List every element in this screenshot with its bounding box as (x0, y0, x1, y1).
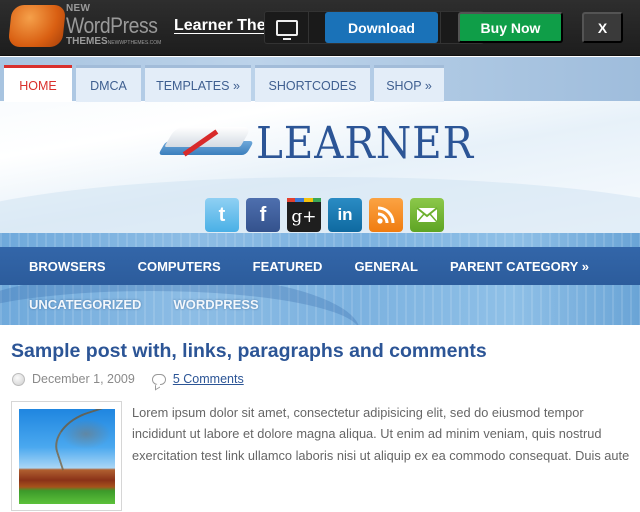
category-computers[interactable]: COMPUTERS (109, 259, 224, 274)
site-title: LEARNER (256, 118, 475, 169)
category-uncategorized[interactable]: UNCATEGORIZED (0, 297, 144, 312)
close-button[interactable]: X (582, 12, 623, 43)
facebook-icon[interactable]: f (246, 198, 280, 232)
download-button[interactable]: Download (325, 12, 438, 43)
post-title[interactable]: Sample post with, links, paragraphs and … (11, 340, 487, 363)
envelope-glyph (416, 207, 438, 223)
comments-link[interactable]: 5 Comments (173, 372, 244, 386)
device-desktop-button[interactable] (265, 12, 309, 43)
nav-templates[interactable]: TEMPLATES » (145, 65, 251, 102)
post-date: December 1, 2009 (32, 372, 135, 386)
nav-shop[interactable]: SHOP » (374, 65, 444, 102)
page-navigation: HOME DMCA TEMPLATES » SHORTCODES SHOP » (4, 65, 448, 102)
category-row-1: BROWSERS COMPUTERS FEATURED GENERAL PARE… (0, 247, 640, 285)
brand-line2: WordPress (66, 13, 158, 38)
category-wordpress[interactable]: WORDPRESS (144, 297, 261, 312)
site-logo[interactable]: LEARNER (157, 118, 493, 169)
linkedin-icon[interactable]: in (328, 198, 362, 232)
twitter-icon[interactable]: t (205, 198, 239, 232)
rss-icon[interactable] (369, 198, 403, 232)
brand-url: NEWWPTHEMES.COM (107, 40, 162, 46)
category-navigation: BROWSERS COMPUTERS FEATURED GENERAL PARE… (0, 233, 640, 325)
post-excerpt: Lorem ipsum dolor sit amet, consectetur … (132, 405, 630, 463)
category-row-2: UNCATEGORIZED WORDPRESS (0, 285, 640, 323)
brand-line3: THEMESNEWWPTHEMES.COM (66, 37, 170, 47)
autumn-tree-image (19, 409, 115, 504)
open-book-icon (157, 119, 255, 169)
brand-logo-icon[interactable] (7, 5, 67, 47)
theme-preview-bar: NEW WordPress THEMESNEWWPTHEMES.COM Lear… (0, 0, 640, 56)
category-browsers[interactable]: BROWSERS (0, 259, 109, 274)
monitor-icon (275, 19, 298, 40)
nav-shortcodes[interactable]: SHORTCODES (255, 65, 370, 102)
rss-glyph (377, 206, 395, 224)
post-meta: December 1, 2009 5 Comments (12, 372, 244, 386)
category-general[interactable]: GENERAL (325, 259, 421, 274)
buy-now-button[interactable]: Buy Now (458, 12, 563, 43)
category-parent[interactable]: PARENT CATEGORY » (421, 259, 592, 274)
nav-dmca[interactable]: DMCA (76, 65, 141, 102)
post-thumbnail[interactable] (11, 401, 122, 511)
brand-logo-text[interactable]: NEW WordPress THEMESNEWWPTHEMES.COM (66, 4, 170, 47)
social-links: t f g+ in (205, 198, 451, 232)
nav-home[interactable]: HOME (4, 65, 72, 102)
google-plus-icon[interactable]: g+ (287, 198, 321, 232)
email-icon[interactable] (410, 198, 444, 232)
category-featured[interactable]: FEATURED (224, 259, 326, 274)
theme-title-link[interactable]: Learner Theme (174, 17, 266, 35)
comment-icon (151, 373, 166, 385)
clock-icon (12, 372, 25, 386)
